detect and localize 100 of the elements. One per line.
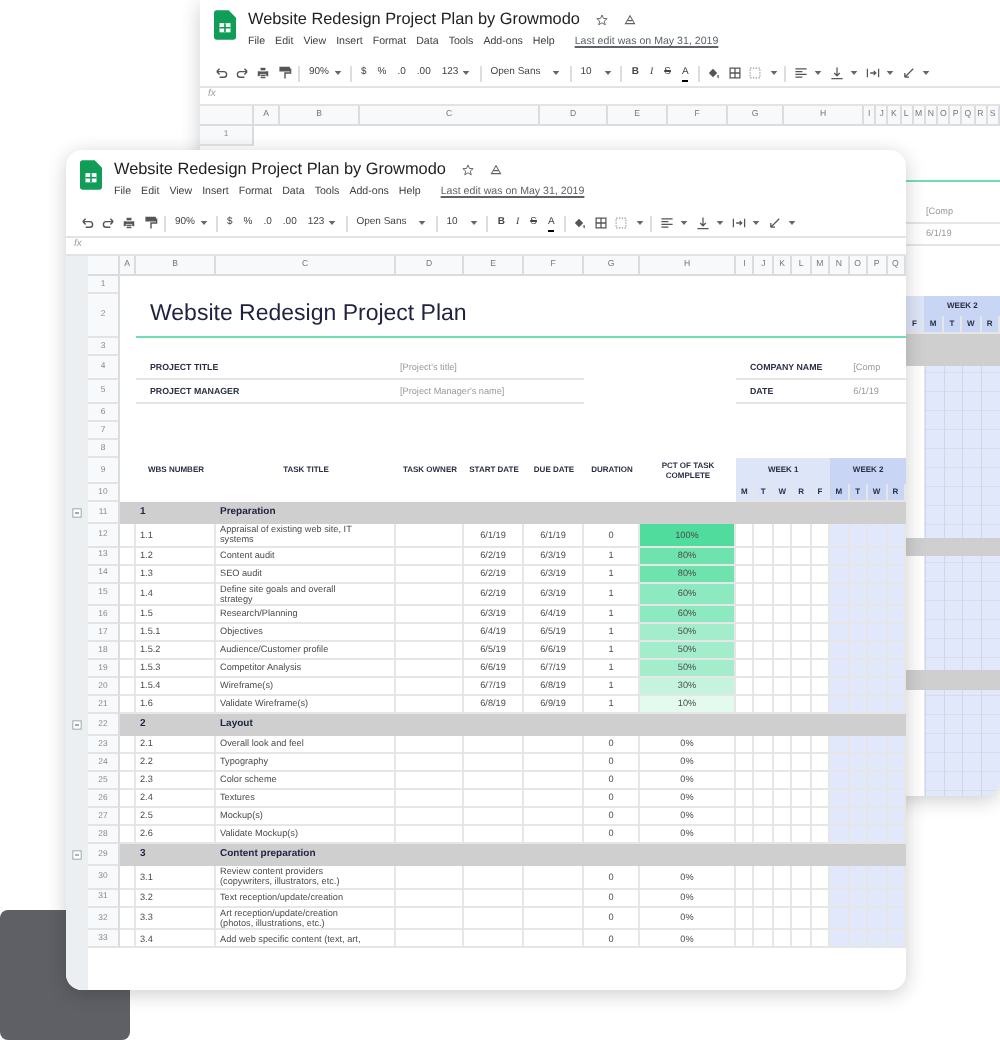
- empty-cell: [464, 808, 524, 827]
- timeline-cell: [830, 583, 850, 607]
- fill-color-icon[interactable]: [572, 216, 587, 230]
- vertical-align-icon[interactable]: [829, 66, 844, 80]
- empty-cell: [524, 808, 584, 827]
- timeline-cell: [830, 907, 850, 931]
- empty-cell: [464, 866, 524, 890]
- empty-cell: [524, 754, 584, 773]
- document-title[interactable]: Website Redesign Project Plan by Growmodo: [248, 10, 580, 30]
- timeline-cell: [830, 606, 850, 625]
- timeline-cell: [868, 696, 887, 715]
- borders-icon[interactable]: [727, 66, 742, 80]
- timeline-cell: [773, 524, 793, 548]
- timeline-cell: [830, 736, 850, 755]
- text-wrap-icon[interactable]: [731, 216, 746, 230]
- caret-icon: [199, 220, 208, 226]
- timeline-cell: [736, 606, 755, 625]
- timeline-cell: [754, 790, 774, 809]
- timeline-cell: [792, 678, 812, 697]
- caret-icon: [552, 70, 561, 76]
- timeline-cell: [830, 624, 850, 643]
- timeline-cell: [792, 866, 812, 890]
- timeline-cell: [736, 524, 755, 548]
- caret-icon[interactable]: [680, 220, 689, 226]
- timeline-cell: [792, 642, 812, 661]
- empty-cell: [396, 930, 464, 949]
- timeline-cell: [830, 660, 850, 679]
- caret-icon[interactable]: [635, 220, 644, 226]
- caret-icon[interactable]: [886, 70, 895, 76]
- document-title[interactable]: Website Redesign Project Plan by Growmodo: [114, 160, 446, 180]
- timeline-cell: [736, 583, 755, 607]
- timeline-cell: [773, 678, 793, 697]
- redo-icon[interactable]: [101, 216, 115, 230]
- caret-icon[interactable]: [716, 220, 725, 226]
- empty-cell: [524, 736, 584, 755]
- timeline-cell: [773, 907, 793, 931]
- timeline-cell: [754, 736, 774, 755]
- timeline-cell: [830, 754, 850, 773]
- caret-icon: [469, 220, 478, 226]
- timeline-cell: [773, 930, 793, 949]
- empty-cell: [524, 907, 584, 931]
- empty-cell: [396, 606, 464, 625]
- redo-icon[interactable]: [235, 66, 249, 80]
- timeline-cell: [736, 866, 755, 890]
- print-icon[interactable]: [122, 216, 136, 230]
- star-icon[interactable]: [595, 14, 608, 26]
- timeline-cell: [773, 624, 793, 643]
- merge-cells-icon[interactable]: [748, 66, 763, 80]
- borders-icon[interactable]: [593, 216, 608, 230]
- caret-icon[interactable]: [922, 70, 931, 76]
- empty-cell: [464, 930, 524, 949]
- print-icon[interactable]: [256, 66, 270, 80]
- timeline-cell: [736, 808, 755, 827]
- fill-color-icon[interactable]: [706, 66, 721, 80]
- paint-format-icon[interactable]: [143, 216, 157, 230]
- caret-icon: [462, 70, 471, 76]
- star-icon[interactable]: [461, 164, 474, 176]
- empty-cell: [396, 790, 464, 809]
- timeline-cell: [792, 772, 812, 791]
- align-icon[interactable]: [659, 216, 674, 230]
- caret-icon[interactable]: [752, 220, 761, 226]
- text-rotate-icon[interactable]: [901, 66, 916, 80]
- drive-icon[interactable]: [623, 14, 636, 26]
- timeline-cell: [736, 660, 755, 679]
- caret-icon[interactable]: [850, 70, 859, 76]
- text-wrap-icon[interactable]: [865, 66, 880, 80]
- empty-cell: [464, 736, 524, 755]
- timeline-cell: [754, 772, 774, 791]
- undo-icon[interactable]: [80, 216, 94, 230]
- paint-format-icon[interactable]: [277, 66, 291, 80]
- timeline-cell: [773, 790, 793, 809]
- timeline-cell: [736, 642, 755, 661]
- caret-icon: [603, 70, 612, 76]
- merge-cells-icon[interactable]: [614, 216, 629, 230]
- timeline-cell: [792, 565, 812, 584]
- empty-cell: [464, 790, 524, 809]
- align-icon[interactable]: [793, 66, 808, 80]
- timeline-cell: [792, 907, 812, 931]
- timeline-cell: [830, 930, 850, 949]
- drive-icon[interactable]: [489, 164, 502, 176]
- timeline-cell: [754, 907, 774, 931]
- caret-icon[interactable]: [788, 220, 797, 226]
- empty-cell: [464, 889, 524, 908]
- text-rotate-icon[interactable]: [767, 216, 782, 230]
- vertical-align-icon[interactable]: [695, 216, 710, 230]
- timeline-cell: [830, 790, 850, 809]
- timeline-cell: [792, 889, 812, 908]
- empty-cell: [524, 866, 584, 890]
- timeline-cell: [736, 790, 755, 809]
- caret-icon[interactable]: [814, 70, 823, 76]
- caret-icon[interactable]: [769, 70, 778, 76]
- timeline-cell: [754, 930, 774, 949]
- empty-cell: [524, 772, 584, 791]
- sheets-logo-icon[interactable]: [80, 160, 102, 190]
- undo-icon[interactable]: [214, 66, 228, 80]
- timeline-cell: [792, 606, 812, 625]
- timeline-cell: [736, 930, 755, 949]
- timeline-cell: [736, 907, 755, 931]
- timeline-cell: [868, 736, 887, 755]
- sheets-logo-icon[interactable]: [214, 10, 236, 40]
